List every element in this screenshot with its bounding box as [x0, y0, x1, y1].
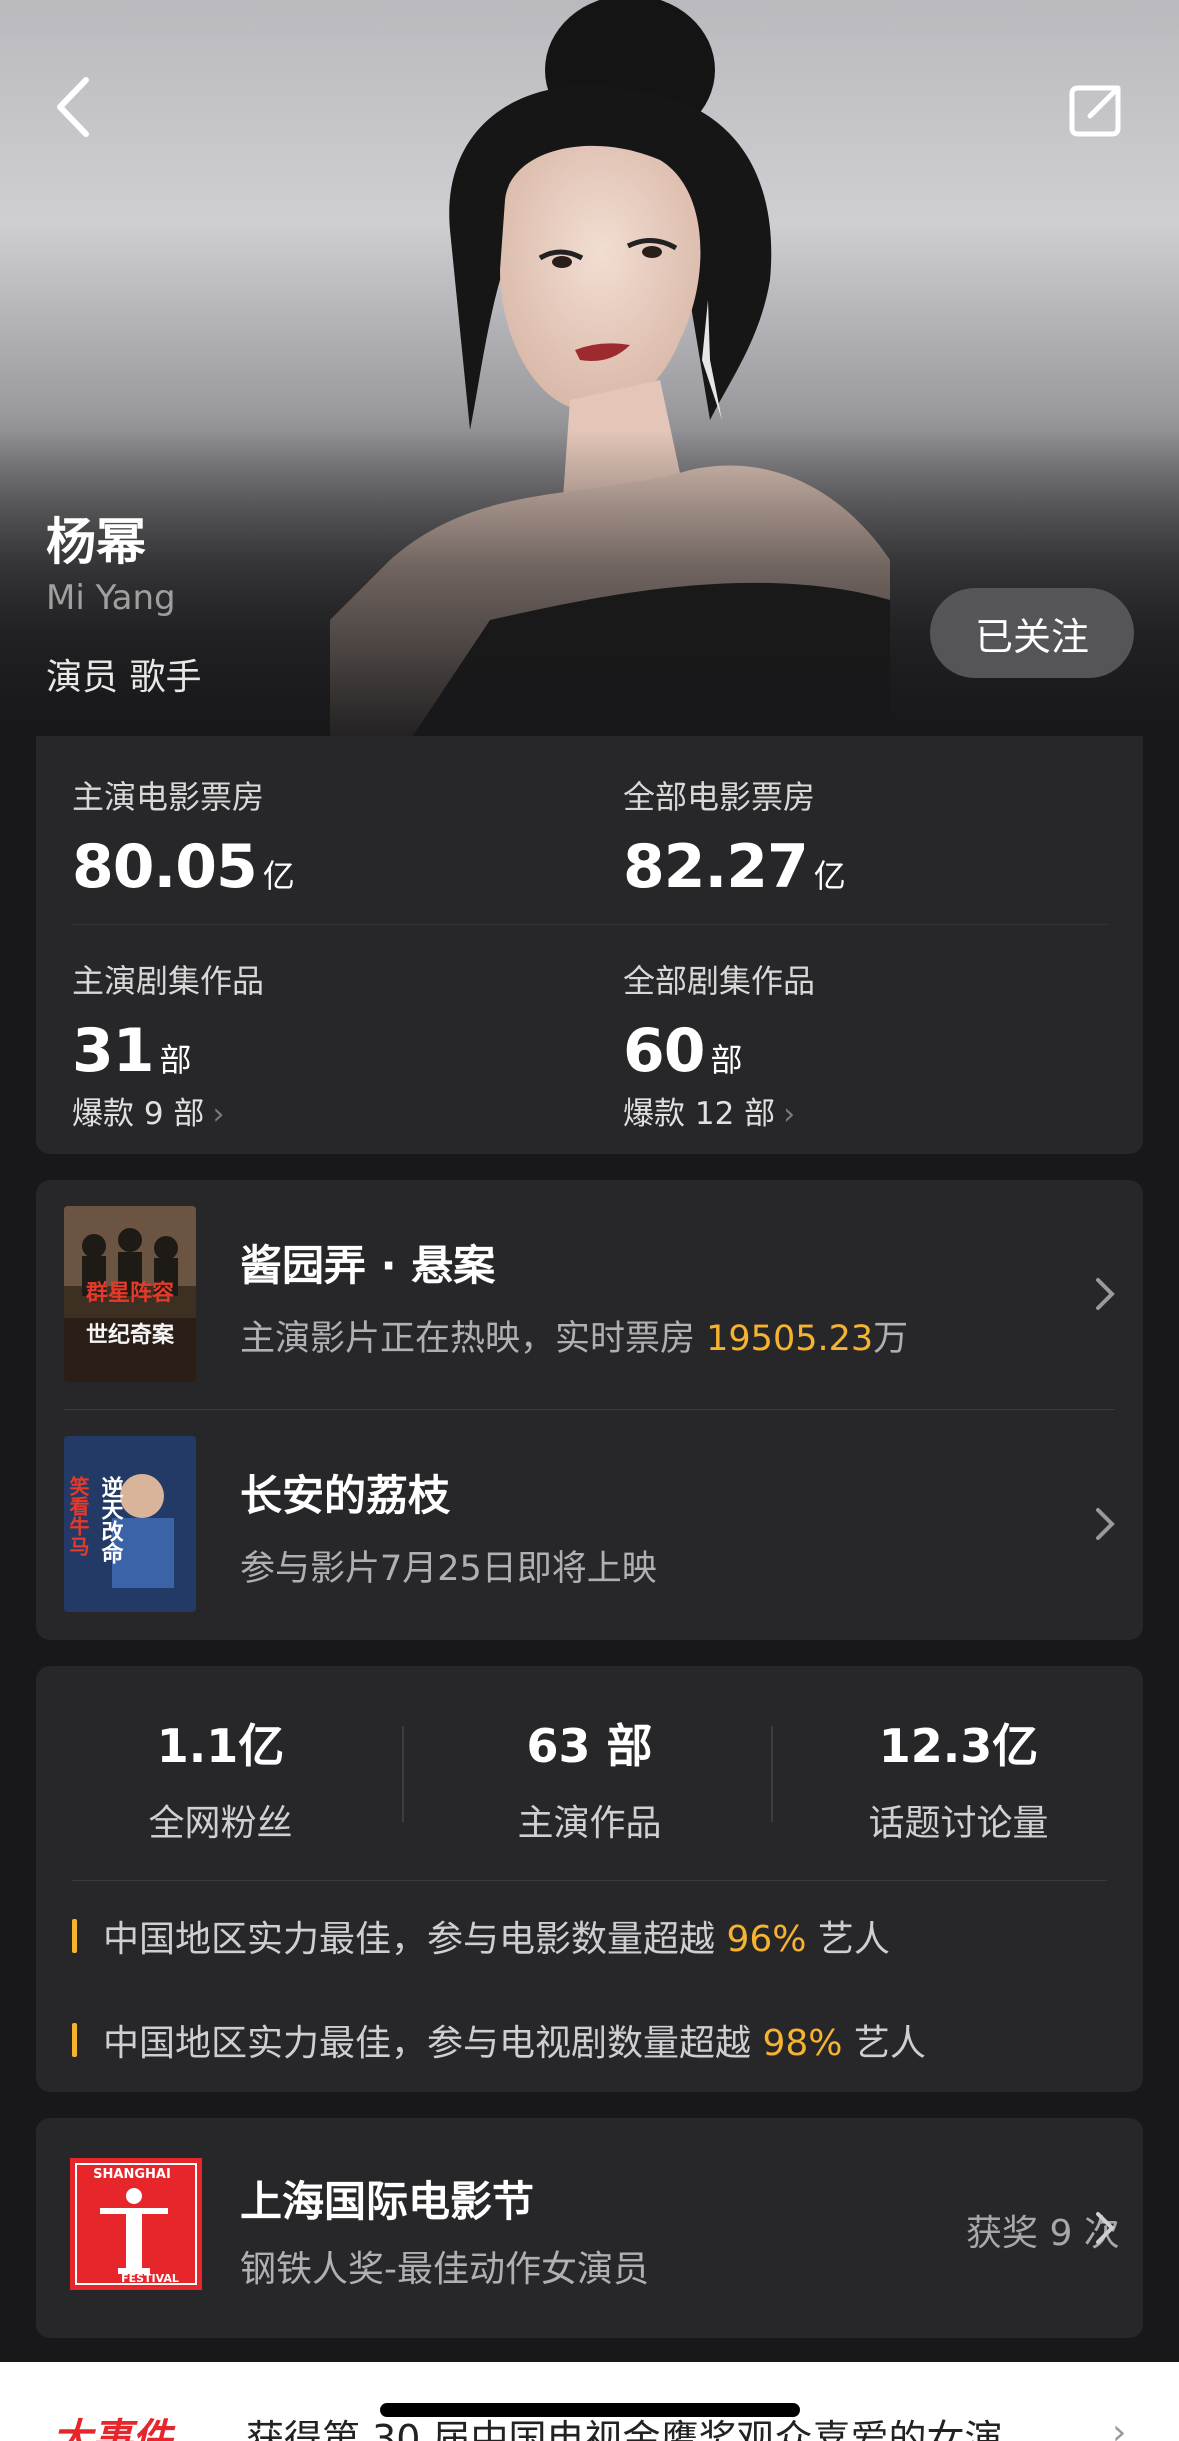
film-subtitle: 参与影片7月25日即将上映 — [240, 1549, 657, 1589]
realtime-box-office: 19505.23 — [706, 1319, 874, 1359]
fact-percent: 96% — [726, 1919, 807, 1960]
stat-label: 主演电影票房 — [72, 778, 265, 816]
stat-unit: 部 — [159, 1041, 192, 1079]
shanghai-film-festival-logo: SHANGHAI FESTIVAL — [70, 2158, 202, 2290]
film-poster: 群星阵容 世纪奇案 — [64, 1206, 196, 1382]
film-item[interactable]: 笑看牛马 逆天改命 长安的荔枝 参与影片7月25日即将上映 — [36, 1410, 1143, 1640]
film-title: 长安的荔枝 — [240, 1471, 451, 1520]
stat-value: 31 — [72, 1016, 154, 1086]
stat-hit-count: 爆款 9 部 — [72, 1096, 205, 1132]
fact-percent: 98% — [762, 2023, 843, 2064]
artist-name-english: Mi Yang — [46, 578, 176, 618]
share-icon[interactable] — [1066, 80, 1126, 140]
profile-hero: 杨幂 Mi Yang 演员 歌手 已关注 — [0, 0, 1179, 740]
fact-text: 中国地区实力最佳，参与电影数量超越 96% 艺人 — [103, 1919, 890, 1960]
ranking-fact: 中国地区实力最佳，参与电影数量超越 96% 艺人 — [72, 1916, 890, 1960]
films-card: 群星阵容 世纪奇案 酱园弄 · 悬案 主演影片正在热映，实时票房 19505.2… — [36, 1180, 1143, 1640]
fans-stat: 1.1亿 全网粉丝 — [36, 1710, 405, 1846]
topic-stat: 12.3亿 话题讨论量 — [774, 1710, 1143, 1846]
stat-lead-film-box-office: 主演电影票房 80.05 亿 — [72, 772, 295, 902]
stat-all-series[interactable]: 全部剧集作品 60 部 爆款 12 部 › — [623, 956, 815, 1133]
poster-text-1: 群星阵容 — [86, 1280, 174, 1306]
stat-lead-series[interactable]: 主演剧集作品 31 部 爆款 9 部 › — [72, 956, 264, 1133]
film-title: 酱园弄 · 悬案 — [240, 1241, 496, 1290]
festival-title: 上海国际电影节 — [240, 2177, 535, 2226]
fact-accent-bar — [72, 2023, 77, 2057]
artist-roles: 演员 歌手 — [46, 657, 202, 698]
lead-works-value: 63 部 — [526, 1719, 653, 1773]
stat-label: 主演剧集作品 — [72, 962, 265, 1000]
festival-award-card[interactable]: SHANGHAI FESTIVAL 上海国际电影节 钢铁人奖-最佳动作女演员 获… — [36, 2118, 1143, 2338]
chevron-right-icon: › — [212, 1097, 225, 1132]
follow-button[interactable]: 已关注 — [930, 588, 1134, 678]
news-banner[interactable]: 大事件 获得第 30 届中国电视金鹰奖观众喜爱的女演 › — [0, 2362, 1179, 2441]
chevron-right-icon: › — [783, 1097, 796, 1132]
topic-value: 12.3亿 — [878, 1719, 1039, 1773]
chevron-right-icon — [1096, 1508, 1115, 1540]
stat-unit: 亿 — [262, 857, 295, 895]
back-icon[interactable] — [44, 72, 104, 142]
lead-works-stat: 63 部 主演作品 — [405, 1710, 774, 1846]
poster-text-2: 逆天改命 — [98, 1475, 124, 1565]
news-tag: 大事件 — [52, 2416, 172, 2441]
stat-value: 82.27 — [623, 832, 809, 902]
logo-text-top: SHANGHAI — [93, 2167, 171, 2182]
poster-text-1: 笑看牛马 — [66, 1475, 90, 1556]
film-subtitle: 主演影片正在热映，实时票房 19505.23万 — [240, 1319, 909, 1359]
fact-accent-bar — [72, 1919, 77, 1953]
ranking-fact: 中国地区实力最佳，参与电视剧数量超越 98% 艺人 — [72, 2020, 926, 2064]
home-indicator[interactable] — [380, 2403, 800, 2417]
chevron-right-icon: › — [1112, 2412, 1127, 2441]
popularity-card: 1.1亿 全网粉丝 63 部 主演作品 12.3亿 话题讨论量 中国地区实力最佳… — [36, 1666, 1143, 2092]
artist-name: 杨幂 — [46, 513, 146, 571]
lead-works-label: 主演作品 — [517, 1803, 662, 1844]
divider — [72, 1880, 1107, 1881]
poster-text-2: 世纪奇案 — [86, 1322, 175, 1348]
divider — [72, 924, 1107, 925]
stat-all-film-box-office: 全部电影票房 82.27 亿 — [623, 772, 846, 902]
film-poster: 笑看牛马 逆天改命 — [64, 1436, 196, 1612]
chevron-right-icon — [1096, 1278, 1115, 1310]
stat-unit: 亿 — [813, 857, 846, 895]
stat-label: 全部电影票房 — [623, 778, 816, 816]
stat-value: 60 — [623, 1016, 705, 1086]
film-item[interactable]: 群星阵容 世纪奇案 酱园弄 · 悬案 主演影片正在热映，实时票房 19505.2… — [36, 1180, 1143, 1410]
separator — [771, 1726, 773, 1822]
chevron-right-icon — [1096, 2212, 1115, 2244]
stat-hit-count: 爆款 12 部 — [623, 1096, 776, 1132]
box-office-stats-card: 主演电影票房 80.05 亿 全部电影票房 82.27 亿 主演剧集作品 31 部 爆… — [36, 736, 1143, 1154]
fact-text: 中国地区实力最佳，参与电视剧数量超越 98% 艺人 — [103, 2023, 926, 2064]
logo-text-bottom: FESTIVAL — [121, 2272, 179, 2285]
topic-label: 话题讨论量 — [868, 1803, 1049, 1844]
fans-label: 全网粉丝 — [148, 1803, 293, 1844]
separator — [402, 1726, 404, 1822]
stat-value: 80.05 — [72, 832, 258, 902]
stat-label: 全部剧集作品 — [623, 962, 816, 1000]
fans-value: 1.1亿 — [156, 1719, 285, 1773]
festival-award-name: 钢铁人奖-最佳动作女演员 — [240, 2249, 649, 2290]
stat-unit: 部 — [710, 1041, 743, 1079]
